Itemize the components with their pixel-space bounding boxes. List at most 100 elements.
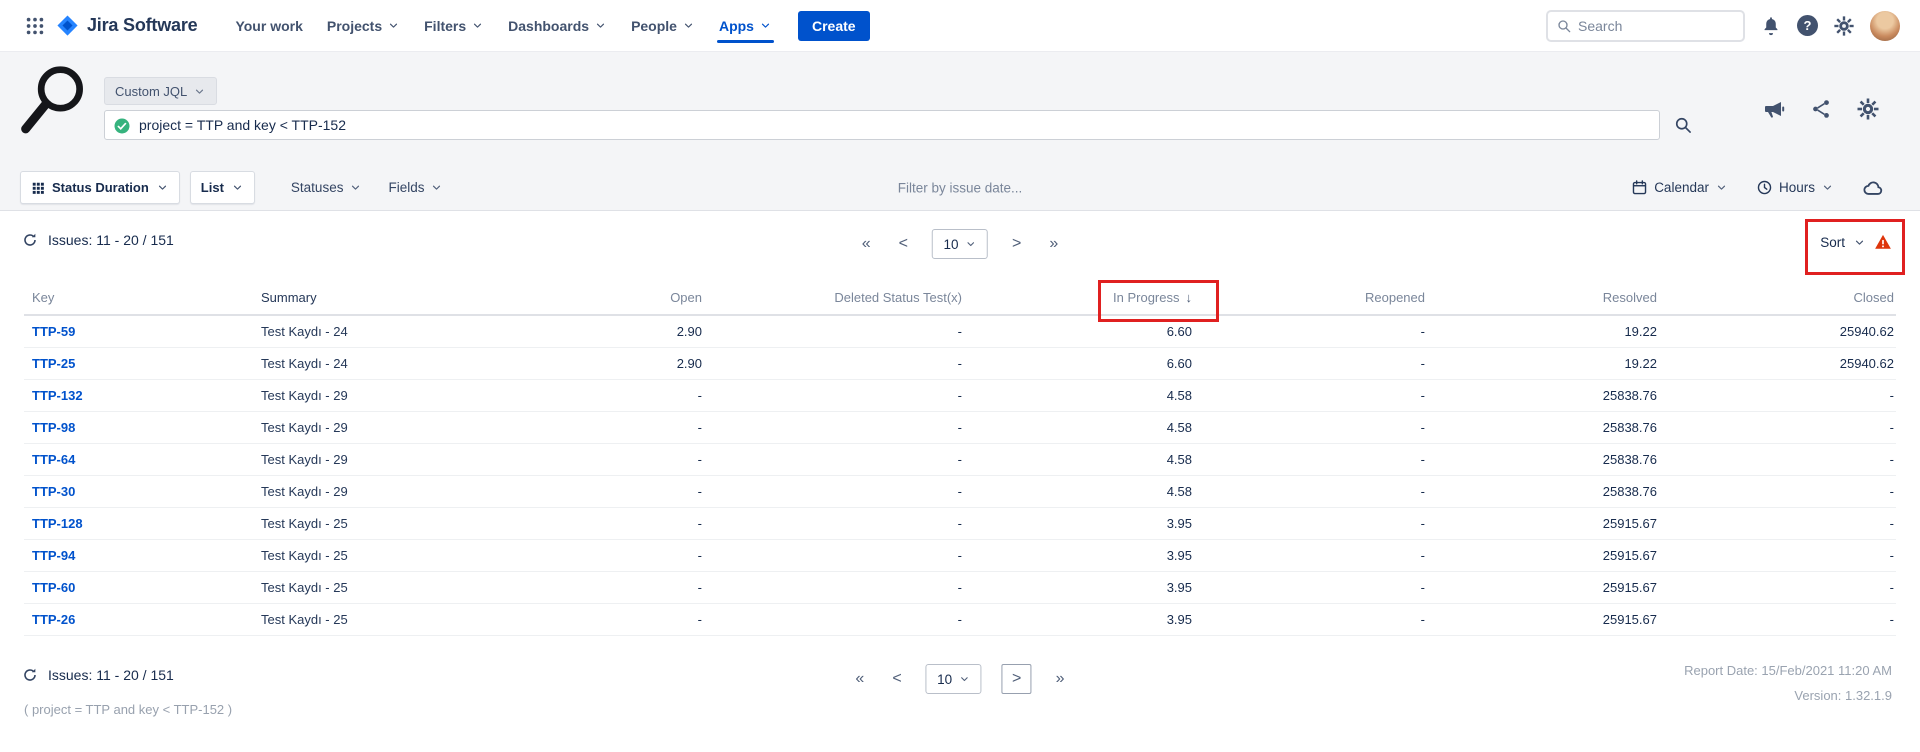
first-page-button[interactable]: « — [858, 234, 875, 254]
page-size-value: 10 — [937, 672, 952, 687]
app-grid-icon — [24, 15, 46, 37]
pagination-top: « < 10 > » — [858, 228, 1063, 260]
nav-right-cluster — [1546, 10, 1900, 42]
hours-label: Hours — [1779, 180, 1815, 195]
page-size-select[interactable]: 10 — [926, 664, 982, 694]
prev-page-button[interactable]: < — [888, 669, 905, 689]
nav-apps[interactable]: Apps — [707, 0, 784, 52]
jql-input[interactable] — [105, 111, 1659, 139]
issue-key-link[interactable]: TTP-64 — [32, 452, 75, 467]
share-button[interactable] — [1810, 98, 1832, 120]
summary-cell: Test Kaydı - 24 — [254, 315, 474, 347]
issues-count-label: Issues: 11 - 20 / 151 — [48, 667, 174, 683]
help-button[interactable] — [1797, 15, 1818, 36]
jira-logo[interactable]: Jira Software — [56, 14, 197, 37]
column-header-closed[interactable]: Closed — [1659, 290, 1896, 315]
duration-cell: 6.60 — [964, 347, 1194, 379]
duration-cell: 25915.67 — [1427, 539, 1659, 571]
nav-your-work[interactable]: Your work — [223, 0, 314, 52]
column-header-resolved[interactable]: Resolved — [1427, 290, 1659, 315]
duration-cell: 25838.76 — [1427, 475, 1659, 507]
column-label: Summary — [261, 290, 317, 305]
jira-logo-text: Jira Software — [87, 15, 197, 36]
summary-cell: Test Kaydı - 29 — [254, 443, 474, 475]
view-selector-button[interactable]: List — [190, 171, 255, 204]
column-header-summary[interactable]: Summary — [254, 290, 474, 315]
page-size-select[interactable]: 10 — [932, 229, 988, 259]
issue-key-link[interactable]: TTP-26 — [32, 612, 75, 627]
calendar-dropdown[interactable]: Calendar — [1631, 179, 1728, 196]
refresh-button[interactable] — [22, 232, 38, 248]
nav-dashboards[interactable]: Dashboards — [496, 0, 619, 52]
issue-date-filter-input[interactable] — [810, 180, 1110, 195]
duration-cell: - — [1194, 347, 1427, 379]
issue-key-link[interactable]: TTP-59 — [32, 324, 75, 339]
issue-key-link[interactable]: TTP-94 — [32, 548, 75, 563]
report-type-button[interactable]: Status Duration — [20, 171, 180, 204]
chevron-down-icon — [231, 181, 244, 194]
chevron-down-icon — [387, 19, 400, 32]
duration-cell: 19.22 — [1427, 347, 1659, 379]
column-header-in-progress[interactable]: In Progress↓ — [964, 290, 1194, 315]
issues-count-label: Issues: 11 - 20 / 151 — [48, 232, 174, 248]
hours-dropdown[interactable]: Hours — [1756, 179, 1834, 196]
statuses-dropdown[interactable]: Statuses — [291, 180, 363, 195]
create-button[interactable]: Create — [798, 11, 870, 41]
notifications-button[interactable] — [1760, 15, 1782, 37]
column-label: Deleted Status Test(x) — [834, 290, 962, 305]
first-page-button[interactable]: « — [851, 669, 868, 689]
duration-cell: - — [1194, 411, 1427, 443]
chevron-down-icon — [1853, 236, 1866, 249]
last-page-button[interactable]: » — [1045, 234, 1062, 254]
toolbar-right-cluster: Calendar Hours — [1631, 165, 1884, 210]
issues-count-top: Issues: 11 - 20 / 151 — [22, 232, 174, 248]
sort-descending-icon: ↓ — [1186, 290, 1193, 305]
issue-key-link[interactable]: TTP-30 — [32, 484, 75, 499]
table-row: TTP-30Test Kaydı - 29--4.58-25838.76- — [24, 475, 1896, 507]
announcement-button[interactable] — [1762, 97, 1786, 121]
key-cell: TTP-132 — [24, 379, 254, 411]
fields-dropdown[interactable]: Fields — [388, 180, 443, 195]
app-switcher-button[interactable] — [20, 11, 50, 41]
duration-cell: - — [704, 347, 964, 379]
next-page-button[interactable]: > — [1008, 234, 1025, 254]
column-label: Open — [670, 290, 702, 305]
global-search[interactable] — [1546, 10, 1745, 42]
report-meta: Report Date: 15/Feb/2021 11:20 AM Versio… — [1684, 658, 1892, 708]
sort-control[interactable]: Sort — [1820, 233, 1892, 251]
column-header-reopened[interactable]: Reopened — [1194, 290, 1427, 315]
global-search-input[interactable] — [1578, 18, 1735, 34]
issue-key-link[interactable]: TTP-60 — [32, 580, 75, 595]
jql-mode-selector[interactable]: Custom JQL — [104, 77, 217, 105]
issue-key-link[interactable]: TTP-128 — [32, 516, 83, 531]
duration-cell: - — [1194, 379, 1427, 411]
last-page-button[interactable]: » — [1052, 669, 1069, 689]
column-header-open[interactable]: Open — [474, 290, 704, 315]
chevron-down-icon — [958, 673, 970, 685]
table-row: TTP-64Test Kaydı - 29--4.58-25838.76- — [24, 443, 1896, 475]
chevron-down-icon — [965, 238, 977, 250]
duration-cell: - — [1659, 411, 1896, 443]
warning-icon[interactable] — [1874, 233, 1892, 251]
magnifier-logo — [16, 62, 90, 149]
clock-icon — [1756, 179, 1773, 196]
export-button[interactable] — [1862, 177, 1884, 199]
prev-page-button[interactable]: < — [895, 234, 912, 254]
issue-key-link[interactable]: TTP-25 — [32, 356, 75, 371]
settings-button[interactable] — [1833, 15, 1855, 37]
chevron-down-icon — [193, 85, 206, 98]
jql-search-button[interactable] — [1668, 110, 1698, 140]
next-page-button[interactable]: > — [1002, 664, 1032, 694]
user-avatar[interactable] — [1870, 11, 1900, 41]
nav-projects[interactable]: Projects — [315, 0, 412, 52]
duration-cell: - — [1659, 539, 1896, 571]
column-header-key[interactable]: Key — [24, 290, 254, 315]
nav-people[interactable]: People — [619, 0, 707, 52]
report-settings-button[interactable] — [1856, 97, 1880, 121]
jql-section: Custom JQL — [0, 52, 1920, 165]
issue-key-link[interactable]: TTP-132 — [32, 388, 83, 403]
nav-filters[interactable]: Filters — [412, 0, 496, 52]
refresh-button[interactable] — [22, 667, 38, 683]
issue-key-link[interactable]: TTP-98 — [32, 420, 75, 435]
column-header-deleted-status[interactable]: Deleted Status Test(x) — [704, 290, 964, 315]
